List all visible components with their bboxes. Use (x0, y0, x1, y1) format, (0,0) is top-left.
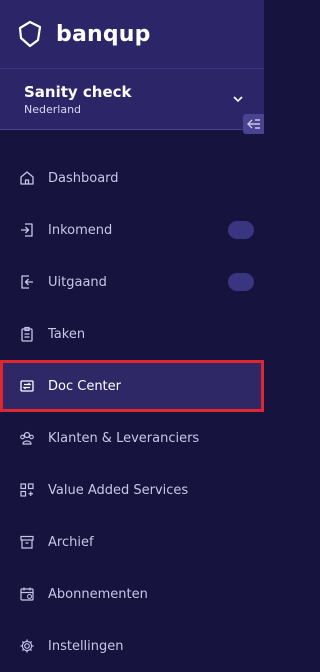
organization-switcher[interactable]: Sanity check Nederland (0, 68, 264, 130)
sidebar-nav: Dashboard Inkomend Uitgaand Taken Doc Ce… (0, 152, 264, 672)
nav-item-label: Uitgaand (48, 274, 107, 290)
outbox-arrow-icon (18, 273, 36, 291)
clipboard-icon (18, 325, 36, 343)
nav-item-label: Taken (48, 326, 86, 342)
nav-item-value-added-services[interactable]: Value Added Services (0, 464, 264, 516)
nav-item-doc-center[interactable]: Doc Center (0, 360, 264, 412)
nav-item-dashboard[interactable]: Dashboard (0, 152, 264, 204)
nav-item-taken[interactable]: Taken (0, 308, 264, 360)
collapse-arrow-icon (246, 118, 261, 130)
brand-name: banqup (56, 21, 151, 47)
nav-item-abonnementen[interactable]: Abonnementen (0, 568, 264, 620)
apps-plus-icon (18, 481, 36, 499)
collapse-sidebar-button[interactable] (243, 114, 264, 134)
home-icon (18, 169, 36, 187)
organization-name: Sanity check (24, 82, 132, 101)
doc-exchange-icon (18, 377, 36, 395)
nav-item-label: Doc Center (48, 378, 121, 394)
nav-item-label: Dashboard (48, 170, 119, 186)
nav-item-uitgaand[interactable]: Uitgaand (0, 256, 264, 308)
archive-icon (18, 533, 36, 551)
users-icon (18, 429, 36, 447)
nav-item-label: Archief (48, 534, 94, 550)
count-badge (228, 273, 254, 291)
chevron-down-icon[interactable] (232, 93, 244, 105)
nav-item-archief[interactable]: Archief (0, 516, 264, 568)
nav-item-label: Klanten & Leveranciers (48, 430, 200, 446)
nav-item-label: Inkomend (48, 222, 113, 238)
count-badge (228, 221, 254, 239)
shield-logo-icon (16, 20, 44, 48)
nav-item-klanten-leveranciers[interactable]: Klanten & Leveranciers (0, 412, 264, 464)
nav-item-instellingen[interactable]: Instellingen (0, 620, 264, 672)
nav-item-label: Value Added Services (48, 482, 189, 498)
app-header: banqup (0, 0, 264, 68)
inbox-arrow-icon (18, 221, 36, 239)
calendar-icon (18, 585, 36, 603)
gear-icon (18, 637, 36, 655)
organization-country: Nederland (24, 102, 82, 116)
nav-item-label: Abonnementen (48, 586, 148, 602)
nav-item-inkomend[interactable]: Inkomend (0, 204, 264, 256)
nav-item-label: Instellingen (48, 638, 124, 654)
